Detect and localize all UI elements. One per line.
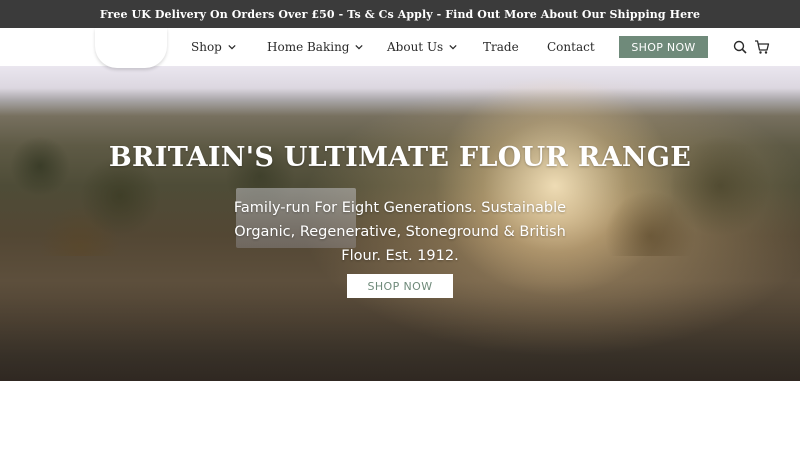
- chevron-down-icon: [355, 44, 364, 50]
- site-logo[interactable]: [95, 28, 167, 68]
- nav-item-shop[interactable]: Shop: [191, 28, 236, 66]
- nav-item-about-us[interactable]: About Us: [387, 28, 457, 66]
- shop-now-button[interactable]: SHOP NOW: [619, 36, 708, 58]
- nav-item-label: Trade: [483, 40, 519, 54]
- nav-item-label: Home Baking: [267, 40, 350, 54]
- search-icon[interactable]: [732, 39, 748, 55]
- nav-item-home-baking[interactable]: Home Baking: [267, 28, 364, 66]
- chevron-down-icon: [228, 44, 236, 50]
- nav-item-label: Contact: [547, 40, 595, 54]
- chevron-down-icon: [449, 44, 457, 50]
- cart-icon[interactable]: [754, 39, 770, 55]
- hero-title: BRITAIN'S ULTIMATE FLOUR RANGE: [108, 142, 692, 173]
- nav-item-label: About Us: [387, 40, 444, 54]
- hero-foreground-shade: [0, 296, 800, 381]
- hero-subtitle: Family-run For Eight Generations. Sustai…: [233, 200, 567, 264]
- hero-shop-now-button[interactable]: SHOP NOW: [347, 274, 453, 298]
- announcement-bar[interactable]: Free UK Delivery On Orders Over £50 - Ts…: [0, 0, 800, 28]
- hero-banner: BRITAIN'S ULTIMATE FLOUR RANGE Family-ru…: [0, 66, 800, 381]
- nav-item-contact[interactable]: Contact: [547, 28, 595, 66]
- nav-item-label: Shop: [191, 40, 222, 54]
- nav-item-trade[interactable]: Trade: [483, 28, 519, 66]
- announcement-text[interactable]: Free UK Delivery On Orders Over £50 - Ts…: [100, 8, 700, 21]
